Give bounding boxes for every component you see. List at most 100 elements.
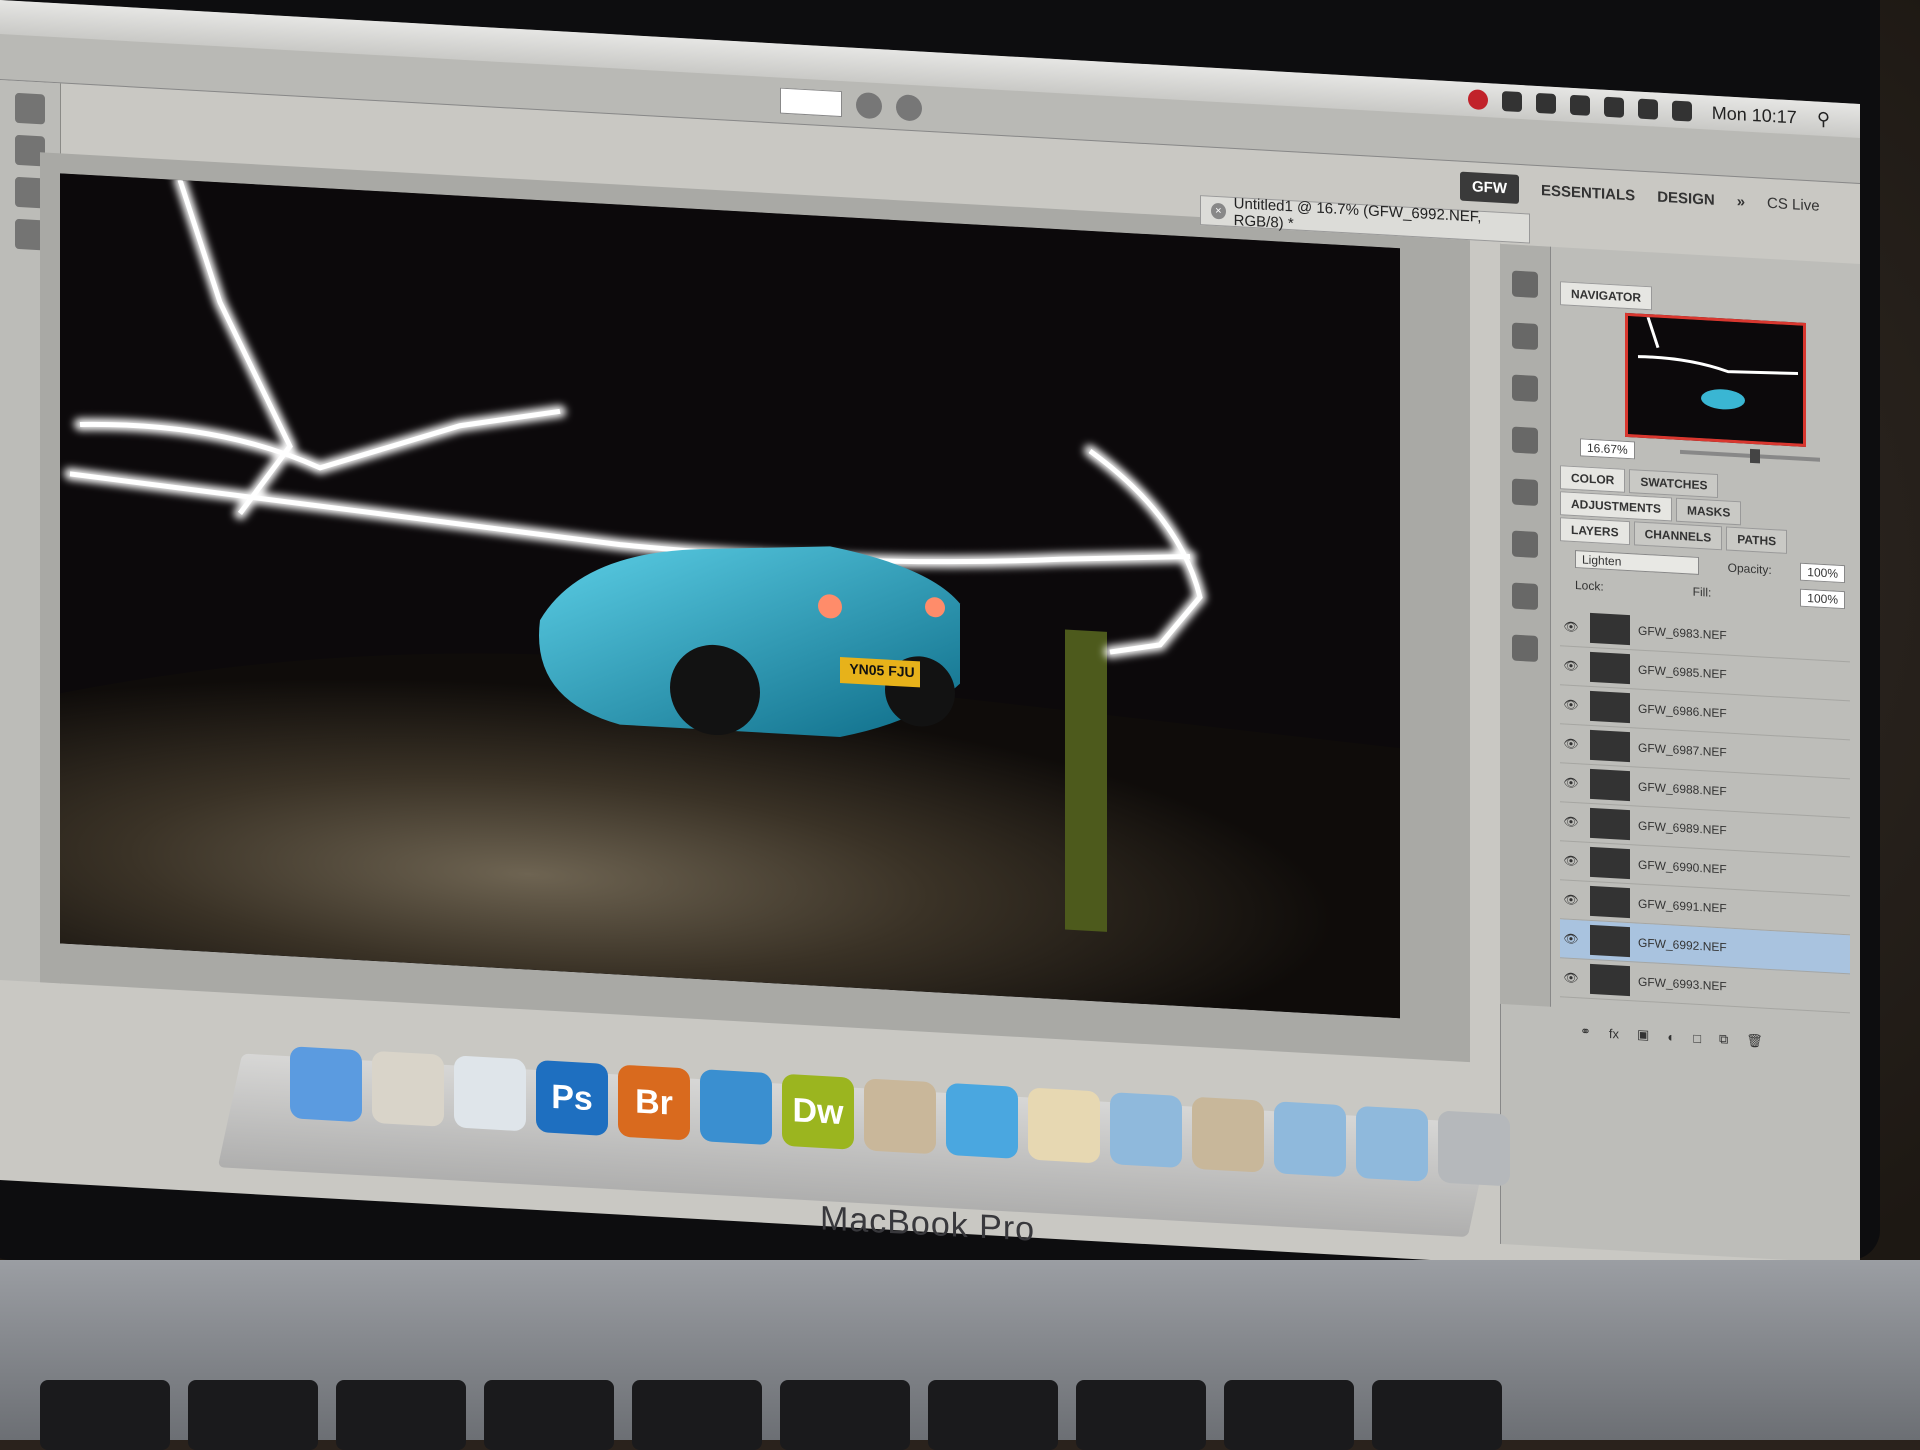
visibility-eye-icon[interactable]: 👁 — [1560, 619, 1582, 634]
dreamweaver-icon[interactable]: Dw — [782, 1073, 854, 1150]
opacity-field[interactable]: 100% — [1800, 562, 1845, 584]
downloads-folder-icon[interactable] — [1356, 1105, 1428, 1182]
tab-navigator[interactable]: NAVIGATOR — [1560, 281, 1653, 311]
dropbox-icon[interactable] — [1501, 90, 1522, 113]
folder-icon[interactable] — [1274, 1101, 1346, 1178]
layer-thumbnail — [1590, 690, 1630, 724]
iphoto-icon[interactable] — [864, 1078, 936, 1155]
navigator-zoom-field[interactable]: 16.67% — [1580, 438, 1635, 460]
close-icon[interactable]: × — [1211, 202, 1226, 220]
histogram-icon[interactable] — [1512, 374, 1538, 402]
menubar-clock[interactable]: Mon 10:17 — [1712, 102, 1797, 128]
adjustment-layer-icon[interactable]: ◐ — [1667, 1029, 1675, 1044]
layer-style-button[interactable]: fx — [1609, 1025, 1619, 1041]
image-icon[interactable] — [1192, 1096, 1264, 1173]
tab-layers[interactable]: LAYERS — [1560, 517, 1630, 546]
visibility-eye-icon[interactable]: 👁 — [1560, 892, 1582, 907]
new-group-icon[interactable]: □ — [1693, 1030, 1701, 1045]
photoshop-icon[interactable]: Ps — [536, 1059, 608, 1136]
spotlight-icon[interactable]: ⚲ — [1817, 108, 1830, 130]
layer-name: GFW_6983.NEF — [1638, 623, 1727, 643]
layer-name: GFW_6988.NEF — [1638, 779, 1727, 799]
bluetooth-icon[interactable] — [1535, 92, 1556, 114]
delete-layer-icon[interactable]: 🗑 — [1746, 1033, 1763, 1050]
visibility-eye-icon[interactable]: 👁 — [1560, 775, 1582, 790]
history-icon[interactable] — [1512, 270, 1538, 298]
tab-channels[interactable]: CHANNELS — [1633, 521, 1723, 551]
laptop: Mon 10:17 ⚲ GFW ESSENTIALS DESIGN » CS L… — [0, 0, 1920, 1450]
tab-masks[interactable]: MASKS — [1676, 497, 1742, 526]
tool-option-field[interactable] — [780, 87, 842, 117]
layer-name: GFW_6987.NEF — [1638, 740, 1727, 760]
fill-field[interactable]: 100% — [1800, 588, 1845, 610]
folder-icon[interactable] — [1110, 1092, 1182, 1169]
layer-thumbnail — [1590, 612, 1630, 646]
layer-thumbnail — [1590, 729, 1630, 763]
brush-option-icon[interactable] — [896, 93, 922, 122]
tab-paths[interactable]: PATHS — [1726, 526, 1788, 554]
light-painting-photo — [60, 173, 1400, 1019]
navigator-thumbnail — [1628, 316, 1803, 444]
cs-live-button[interactable]: CS Live — [1767, 195, 1820, 215]
visibility-eye-icon[interactable]: 👁 — [1560, 814, 1582, 829]
navigator-preview[interactable] — [1625, 312, 1806, 447]
workspace-design[interactable]: DESIGN — [1657, 189, 1715, 209]
document-image[interactable]: YN05 FJU — [60, 173, 1400, 1019]
adobe-updater-icon[interactable] — [1467, 89, 1488, 111]
link-layers-icon[interactable]: ⚭ — [1580, 1023, 1591, 1040]
fill-label: Fill: — [1692, 584, 1712, 600]
add-mask-icon[interactable]: ▣ — [1637, 1027, 1649, 1044]
visibility-eye-icon[interactable]: 👁 — [1560, 931, 1582, 946]
workspace-more[interactable]: » — [1737, 193, 1745, 210]
layer-thumbnail — [1590, 651, 1630, 685]
brushes-icon[interactable] — [1512, 478, 1538, 506]
visibility-eye-icon[interactable]: 👁 — [1560, 697, 1582, 712]
magic-wand-icon[interactable] — [15, 92, 45, 125]
itunes-icon[interactable] — [700, 1069, 772, 1146]
workspace-gfw[interactable]: GFW — [1460, 171, 1519, 204]
blend-mode-select[interactable]: Lighten — [1575, 550, 1699, 575]
screen: Mon 10:17 ⚲ GFW ESSENTIALS DESIGN » CS L… — [0, 0, 1860, 1284]
preview-icon[interactable] — [1028, 1087, 1100, 1164]
clone-source-icon[interactable] — [1512, 530, 1538, 558]
finder-icon[interactable] — [290, 1046, 362, 1123]
visibility-eye-icon[interactable]: 👁 — [1560, 736, 1582, 751]
battery-icon[interactable] — [1671, 100, 1692, 122]
workspace-essentials[interactable]: ESSENTIALS — [1541, 182, 1635, 204]
tab-swatches[interactable]: SWATCHES — [1629, 469, 1719, 499]
panel-icon-strip — [1500, 243, 1551, 1007]
layer-name: GFW_6990.NEF — [1638, 857, 1727, 877]
new-layer-icon[interactable]: ⧉ — [1719, 1031, 1728, 1048]
layer-thumbnail — [1590, 768, 1630, 802]
wifi-icon[interactable] — [1603, 96, 1624, 118]
dashboard-icon[interactable] — [372, 1050, 444, 1127]
trash-icon[interactable] — [1438, 1110, 1510, 1187]
tab-color[interactable]: COLOR — [1560, 465, 1626, 493]
layer-name: GFW_6986.NEF — [1638, 701, 1727, 721]
layer-thumbnail — [1590, 807, 1630, 841]
visibility-eye-icon[interactable]: 👁 — [1560, 970, 1582, 985]
character-icon[interactable] — [1512, 582, 1538, 610]
layer-thumbnail — [1590, 846, 1630, 880]
actions-icon[interactable] — [1512, 322, 1538, 350]
layer-thumbnail — [1590, 924, 1630, 958]
opacity-label: Opacity: — [1727, 560, 1772, 578]
layer-name: GFW_6993.NEF — [1638, 974, 1727, 994]
layer-name: GFW_6985.NEF — [1638, 662, 1727, 682]
info-icon[interactable] — [1512, 426, 1538, 454]
bridge-icon[interactable]: Br — [618, 1064, 690, 1141]
layer-name: GFW_6989.NEF — [1638, 818, 1727, 838]
lock-label: Lock: — [1575, 578, 1604, 594]
layer-thumbnail — [1590, 885, 1630, 919]
navigator-tabs: NAVIGATOR — [1560, 281, 1653, 311]
refine-icon[interactable] — [856, 91, 882, 119]
volume-icon[interactable] — [1637, 98, 1658, 120]
safari-icon[interactable] — [454, 1055, 526, 1132]
time-machine-icon[interactable] — [1569, 94, 1590, 116]
visibility-eye-icon[interactable]: 👁 — [1560, 853, 1582, 868]
layers-list: 👁 GFW_6983.NEF 👁 GFW_6985.NEF 👁 GFW_6986.NE… — [1560, 607, 1850, 1014]
layer-thumbnail — [1590, 963, 1630, 997]
paragraph-icon[interactable] — [1512, 634, 1538, 662]
mail-icon[interactable] — [946, 1082, 1018, 1159]
visibility-eye-icon[interactable]: 👁 — [1560, 658, 1582, 673]
